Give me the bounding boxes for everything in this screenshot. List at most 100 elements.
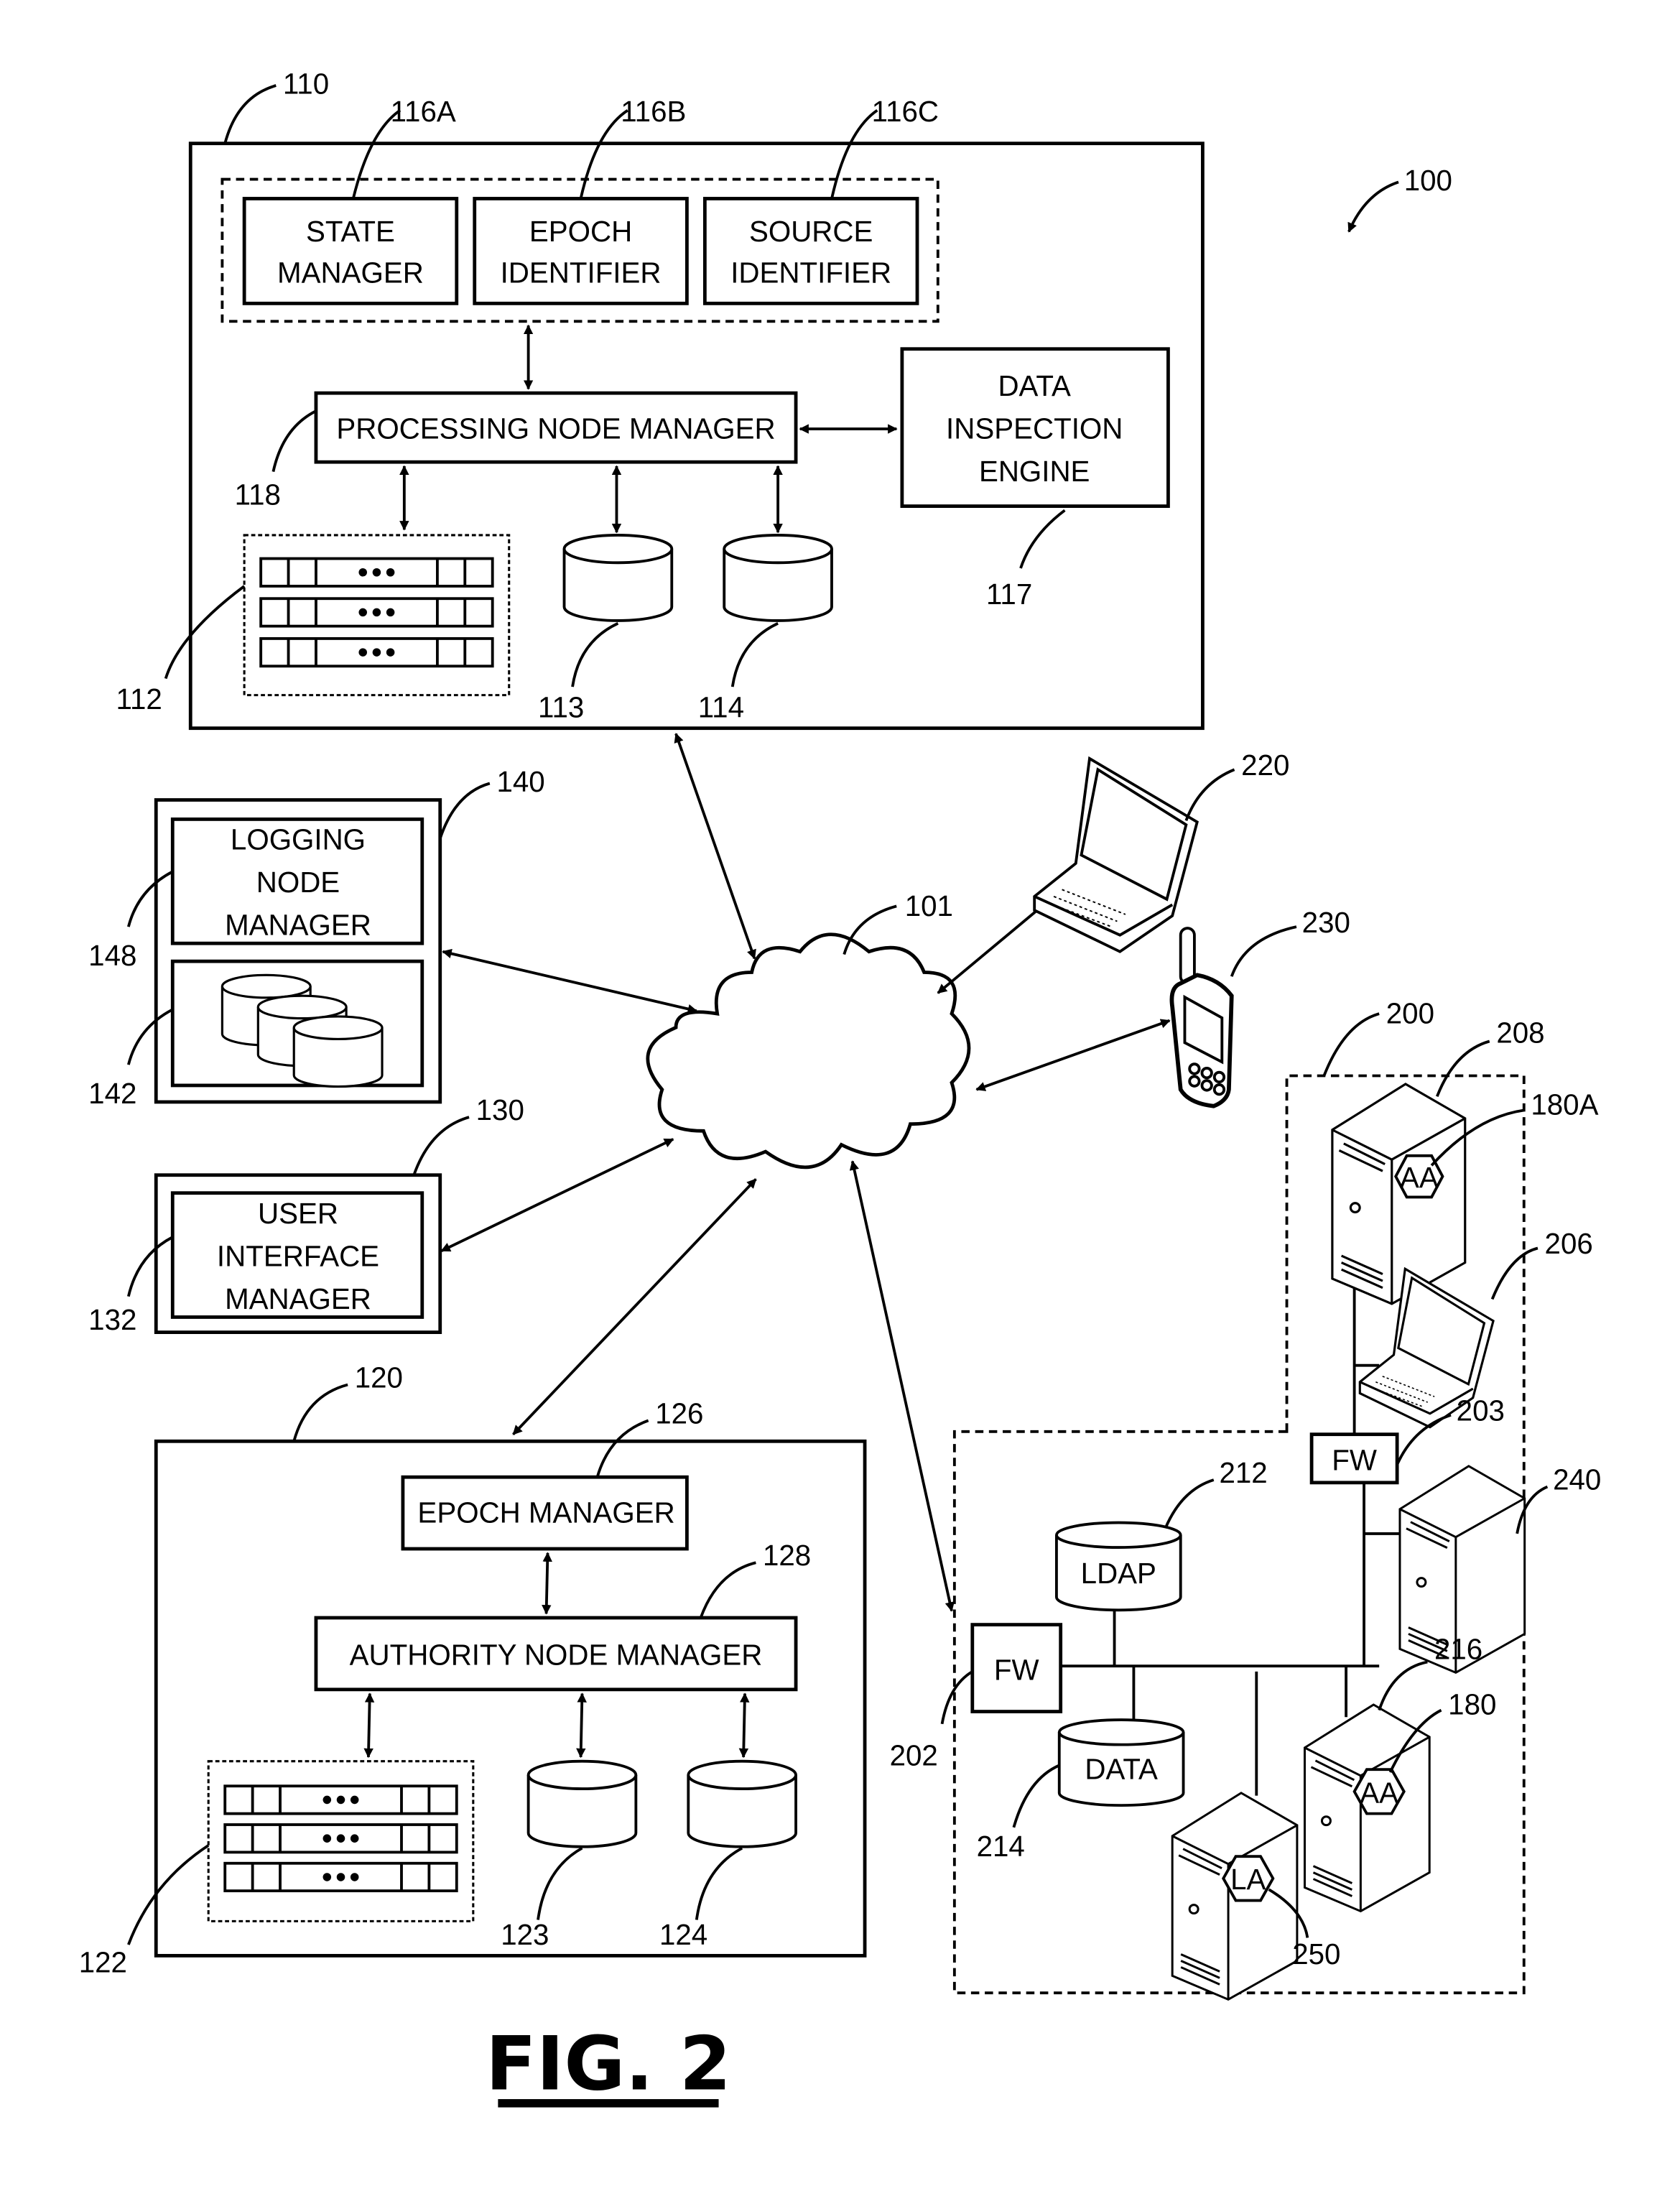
svg-text:AA: AA [1360,1777,1398,1809]
server-rack-icon [223,1823,458,1854]
svg-text:IDENTIFIER: IDENTIFIER [501,257,662,290]
authority-manager-ref: 128 [763,1539,811,1572]
svg-text:MANAGER: MANAGER [225,1283,371,1315]
data-store[interactable]: DATA 214 [977,1718,1185,1863]
link-phone-network [975,1019,1171,1091]
epoch-identifier-ref: 116B [621,96,686,128]
server-tower-icon [1331,1083,1467,1305]
state-manager-ref: 116A [391,96,456,128]
firewall-inner-ref: 203 [1457,1394,1505,1427]
ldap-ref: 212 [1219,1457,1267,1489]
laptop-ref: 220 [1241,749,1289,782]
phone-ref: 230 [1302,907,1350,939]
data-store-ref: 214 [977,1830,1025,1863]
authority-db1-ref: 123 [501,1919,549,1951]
svg-text:AUTHORITY NODE MANAGER: AUTHORITY NODE MANAGER [350,1639,763,1671]
authority-node: 120 EPOCH MANAGER 126 AUTHORITY NODE MAN… [79,1361,867,1978]
authority-node-manager-box[interactable]: AUTHORITY NODE MANAGER [314,1616,798,1692]
svg-text:MANAGER: MANAGER [277,257,424,290]
server-rack-icon [223,1784,458,1815]
db2-ref: 114 [698,691,744,723]
logging-node-manager-box[interactable]: LOGGING NODE MANAGER [170,818,424,945]
firewall-outer[interactable]: FW 202 [890,1623,1063,1772]
data-inspection-engine-box[interactable]: DATA INSPECTION ENGINE [900,347,1170,508]
server-rack-icon [223,1861,458,1893]
ui-node: 130 USER INTERFACE MANAGER 132 [88,1094,524,1336]
svg-text:ENGINE: ENGINE [979,455,1090,488]
figure-title: FIG. 2 [486,2021,731,2108]
database-icon [723,533,833,622]
link-authority-network [512,1178,757,1435]
patent-figure: 100 110 STATE MANAGER 116A EPOCH IDENTIF… [79,68,1602,2108]
svg-text:SOURCE: SOURCE [749,216,873,248]
figure-title-underline [498,2099,719,2108]
logging-node: 140 LOGGING NODE MANAGER 148 142 [88,766,545,1110]
svg-text:INSPECTION: INSPECTION [946,413,1123,445]
agent-badge-la: LA [1222,1855,1275,1902]
link-processing-network [674,733,756,960]
ldap-store[interactable]: LDAP 212 [1055,1457,1268,1612]
agent-badge-aa: AA [1352,1768,1406,1815]
svg-text:AA: AA [1400,1162,1439,1194]
server-rack-ref: 112 [116,683,162,715]
logging-storage-ref: 142 [88,1078,136,1110]
svg-text:MANAGER: MANAGER [225,909,371,942]
server-216[interactable]: AA 216 180 [1303,1634,1496,1912]
database-icon [526,1759,638,1848]
epoch-manager-box[interactable]: EPOCH MANAGER [401,1475,689,1551]
network-cloud: 101 [646,890,971,1170]
processing-node-manager-box[interactable]: PROCESSING NODE MANAGER [314,391,798,464]
svg-text:LA: LA [1230,1863,1266,1896]
ui-node-ref: 130 [476,1094,524,1126]
enterprise-laptop-ref: 206 [1545,1228,1593,1260]
ui-manager-ref: 132 [88,1304,136,1336]
logging-manager-ref: 148 [88,940,136,972]
link-ui-network [440,1138,674,1253]
server-208[interactable]: AA 208 180A [1331,1016,1599,1305]
network-ref: 101 [905,890,953,922]
server-240[interactable]: 240 [1398,1463,1601,1674]
source-identifier-ref: 116C [872,96,939,128]
authority-rack-ref: 122 [79,1946,127,1978]
agent-180-ref: 180 [1448,1688,1496,1720]
epoch-identifier-box[interactable]: EPOCH IDENTIFIER [473,197,689,305]
inspection-engine-ref: 117 [986,578,1032,611]
processing-manager-ref: 118 [235,479,281,511]
svg-text:IDENTIFIER: IDENTIFIER [730,257,891,290]
svg-text:USER: USER [258,1198,338,1230]
authority-db2-ref: 124 [659,1919,707,1951]
system-ref-label: 100 [1404,165,1452,197]
server-240-ref: 240 [1553,1463,1601,1496]
svg-text:PROCESSING NODE MANAGER: PROCESSING NODE MANAGER [336,413,775,445]
server-rack-icon [259,597,494,628]
client-laptop[interactable]: 220 [1033,749,1289,953]
source-identifier-box[interactable]: SOURCE IDENTIFIER [702,197,919,305]
svg-text:DATA: DATA [998,370,1071,402]
svg-text:NODE: NODE [256,866,340,899]
authority-node-ref: 120 [355,1361,403,1394]
state-manager-box[interactable]: STATE MANAGER [242,197,459,305]
server-rack-icon [259,636,494,668]
epoch-manager-ref: 126 [655,1397,703,1430]
svg-text:INTERFACE: INTERFACE [217,1240,379,1272]
server-250-ref: 250 [1292,1938,1340,1970]
processing-node: 110 STATE MANAGER 116A EPOCH IDENTIFIER … [116,68,1205,731]
svg-text:EPOCH: EPOCH [529,216,632,248]
phone-icon [1169,927,1234,1108]
svg-text:FW: FW [1332,1445,1377,1477]
db1-ref: 113 [538,691,584,723]
svg-text:STATE: STATE [306,216,395,248]
server-208-ref: 208 [1496,1016,1544,1049]
enterprise-ref: 200 [1386,998,1434,1030]
processing-node-ref: 110 [283,68,329,101]
svg-text:LOGGING: LOGGING [231,824,366,856]
link-logging-network [442,948,698,1014]
firewall-outer-ref: 202 [890,1739,938,1772]
laptop-icon [1033,757,1199,953]
enterprise-network: 200 AA 208 180A 206 FW 203 240 LDAP 212 … [890,998,1601,2001]
database-icon [687,1759,797,1848]
system-ref-arrow [1347,180,1399,233]
svg-text:EPOCH MANAGER: EPOCH MANAGER [417,1497,674,1529]
user-interface-manager-box[interactable]: USER INTERFACE MANAGER [170,1191,424,1319]
database-icon [562,533,674,622]
